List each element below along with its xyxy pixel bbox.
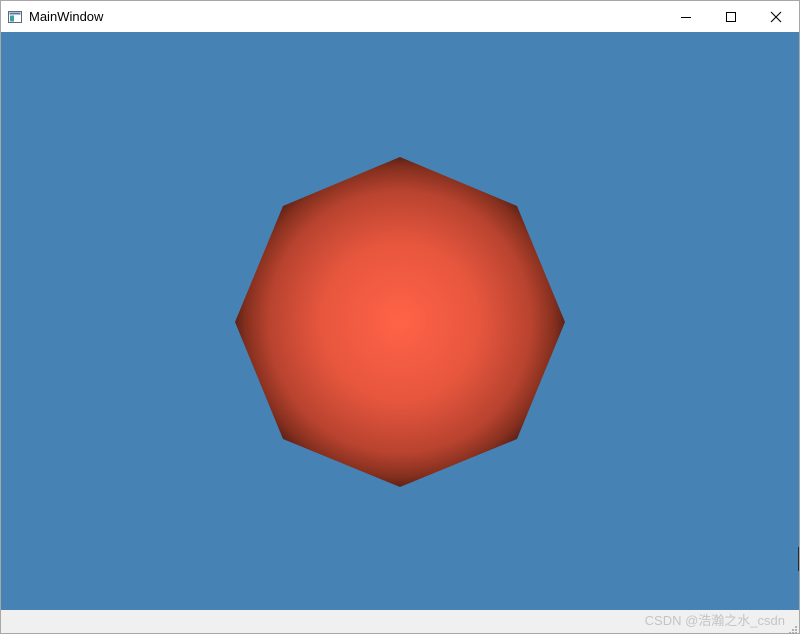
maximize-button[interactable]	[708, 1, 754, 32]
status-bar: CSDN @浩瀚之水_csdn	[1, 610, 799, 633]
octagon-shape	[235, 157, 565, 487]
render-viewport[interactable]	[1, 32, 799, 610]
minimize-icon	[680, 11, 692, 23]
watermark-text: CSDN @浩瀚之水_csdn	[644, 613, 785, 628]
app-window-icon	[8, 10, 22, 23]
title-bar[interactable]: MainWindow	[1, 1, 799, 32]
window-title: MainWindow	[29, 9, 104, 24]
octagon-canvas	[235, 157, 565, 487]
maximize-icon	[725, 11, 737, 23]
close-button[interactable]	[753, 1, 799, 32]
minimize-button[interactable]	[663, 1, 709, 32]
main-window: MainWindow CSDN @浩瀚之水_csdn	[0, 0, 800, 634]
close-icon	[770, 11, 782, 23]
resize-grip-icon[interactable]	[788, 622, 798, 633]
